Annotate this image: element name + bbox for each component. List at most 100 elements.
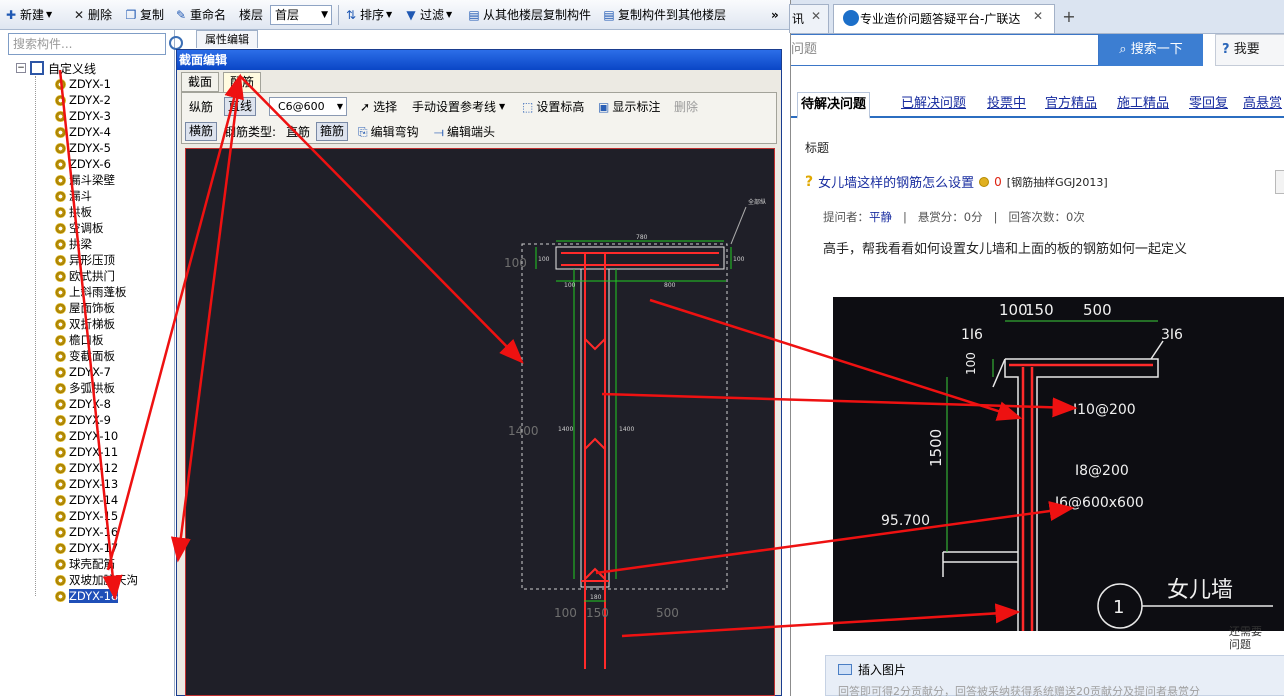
tree-item[interactable]: 变截面板 — [55, 348, 115, 364]
stirrup-button[interactable]: 箍筋 — [316, 122, 349, 141]
edit-hook-button[interactable]: ⎘ 编辑弯钩 — [358, 122, 419, 142]
tree-item-label: 屋面饰板 — [69, 301, 115, 315]
new-tab-button[interactable]: + — [1059, 8, 1079, 28]
tree-item[interactable]: 多弧拱板 — [55, 380, 115, 396]
side-button[interactable] — [1275, 170, 1284, 194]
dim-100-ghost: 100 — [504, 256, 527, 270]
tree-item[interactable]: ZDYX-14 — [55, 492, 118, 508]
tree-item[interactable]: ZDYX-11 — [55, 444, 118, 460]
chevron-down-icon: ▼ — [336, 102, 343, 111]
tree-item[interactable]: ZDYX-4 — [55, 124, 111, 140]
tree-item[interactable]: ZDYX-13 — [55, 476, 118, 492]
tree-item[interactable]: 球壳配筋 — [55, 556, 115, 572]
tree-item[interactable]: ZDYX-1 — [55, 76, 111, 92]
tree-item[interactable]: ZDYX-6 — [55, 156, 111, 172]
component-gear-icon — [55, 270, 66, 282]
longitudinal-bar-button[interactable]: 纵筋 — [189, 97, 213, 117]
tree-item-label: ZDYX-6 — [69, 157, 111, 171]
dim-150-bottom: 150 — [586, 606, 609, 620]
tab-solved[interactable]: 已解决问题 — [901, 92, 966, 116]
question-title-link[interactable]: 女儿墙这样的钢筋怎么设置 — [818, 172, 974, 191]
tree-item[interactable]: 漏斗 — [55, 188, 92, 204]
section-canvas[interactable]: 全部纵 780 100 100 100 800 1400 1400 180 10… — [185, 148, 775, 696]
tree-item-label: ZDYX-10 — [69, 429, 119, 443]
sort-button[interactable]: ⇅ 排序 ▼ — [344, 6, 392, 24]
tree-root[interactable]: − 自定义线 — [16, 60, 96, 76]
copy-button[interactable]: ❐ 复制 — [124, 6, 164, 24]
insert-image-button[interactable]: 插入图片 — [838, 661, 906, 678]
tree-item-label: ZDYX-14 — [69, 493, 119, 507]
transverse-bar-button[interactable]: 横筋 — [185, 122, 218, 141]
tree-item-label: ZDYX-18 — [69, 589, 119, 603]
tree-item[interactable]: ZDYX-5 — [55, 140, 111, 156]
tab-section[interactable]: 截面 — [181, 72, 220, 92]
tree-item[interactable]: ZDYX-16 — [55, 524, 118, 540]
tab-official-best[interactable]: 官方精品 — [1045, 92, 1097, 116]
line-mode-button[interactable]: 直线 — [224, 97, 257, 116]
tree-item[interactable]: 异形压顶 — [55, 252, 115, 268]
tree-item[interactable]: ZDYX-18 — [55, 588, 119, 604]
tab-zero-reply[interactable]: 零回复 — [1189, 92, 1228, 116]
tree-item[interactable]: ZDYX-3 — [55, 108, 111, 124]
browser-tab-1[interactable]: 讯 — [789, 4, 829, 33]
delete-button[interactable]: ✕ 删除 — [72, 6, 112, 24]
tree-item[interactable]: 上斜雨蓬板 — [55, 284, 127, 300]
tree-item[interactable]: 拱梁 — [55, 236, 92, 252]
close-icon[interactable]: ✕ — [1033, 9, 1043, 23]
cad-dim-100: 100 — [999, 301, 1028, 319]
hook-icon: ⎘ — [358, 125, 368, 139]
filter-button[interactable]: ▼ 过滤 ▼ — [404, 6, 452, 24]
tree-item[interactable]: ZDYX-2 — [55, 92, 111, 108]
browser-tab-2[interactable]: 专业造价问题答疑平台-广联达 — [833, 4, 1055, 33]
tree-item[interactable]: ZDYX-9 — [55, 412, 111, 428]
collapse-icon[interactable]: − — [16, 63, 26, 73]
copy-from-floor-button[interactable]: ▤ 从其他楼层复制构件 — [467, 6, 591, 24]
search-icon[interactable] — [169, 36, 183, 50]
tree-item-label: ZDYX-12 — [69, 461, 119, 475]
tree-item[interactable]: ZDYX-10 — [55, 428, 118, 444]
tab-voting[interactable]: 投票中 — [987, 92, 1026, 116]
close-icon[interactable]: ✕ — [811, 9, 821, 23]
question-search-input[interactable]: 问题 — [791, 34, 1099, 66]
tree-item[interactable]: ZDYX-17 — [55, 540, 118, 556]
show-annotation-button[interactable]: ▣ 显示标注 — [598, 97, 660, 117]
tree-item[interactable]: 空调板 — [55, 220, 104, 236]
reference-line-button[interactable]: 手动设置参考线 ▼ — [412, 97, 505, 117]
more-button[interactable]: » — [771, 6, 779, 24]
rename-button[interactable]: ✎ 重命名 — [174, 6, 226, 24]
tree-item[interactable]: 屋面饰板 — [55, 300, 115, 316]
tree-item[interactable]: ZDYX-15 — [55, 508, 118, 524]
annotation-icon: ▣ — [598, 100, 610, 114]
dim-100-bottom: 100 — [554, 606, 577, 620]
delete-bar-button[interactable]: 删除 — [674, 97, 698, 117]
select-button[interactable]: ➚ 选择 — [360, 97, 397, 117]
tab-construction-best[interactable]: 施工精品 — [1117, 92, 1169, 116]
floor-select[interactable]: 首层 ▼ — [270, 5, 332, 25]
tree-item[interactable]: 双坡加腋天沟 — [55, 572, 138, 588]
straight-bar-button[interactable]: 直筋 — [286, 122, 310, 142]
component-search-input[interactable]: 搜索构件... — [8, 33, 166, 55]
ask-question-button[interactable]: ? 我要 — [1215, 34, 1284, 66]
spacing-select[interactable]: C6@600 ▼ — [269, 97, 347, 116]
tab-reinforcement[interactable]: 配筋 — [223, 72, 262, 92]
asker-name[interactable]: 平静 — [869, 210, 892, 224]
tree-item-label: 空调板 — [69, 221, 104, 235]
tree-item[interactable]: 欧式拱门 — [55, 268, 115, 284]
tree-item[interactable]: ZDYX-7 — [55, 364, 111, 380]
dropdown-arrow-icon: ▼ — [386, 10, 393, 19]
search-button[interactable]: ⌕ 搜索一下 — [1099, 34, 1203, 66]
set-elevation-button[interactable]: ⬚ 设置标高 — [522, 97, 584, 117]
tree-item[interactable]: 漏斗梁壁 — [55, 172, 115, 188]
tree-item[interactable]: ZDYX-8 — [55, 396, 111, 412]
copy-to-floor-button[interactable]: ▤ 复制构件到其他楼层 — [602, 6, 726, 24]
tree-item[interactable]: 拱板 — [55, 204, 92, 220]
tree-item[interactable]: 双折梯板 — [55, 316, 115, 332]
tab-unsolved[interactable]: 待解决问题 — [797, 92, 871, 119]
tree-item[interactable]: 檐口板 — [55, 332, 104, 348]
tab-property-edit[interactable]: 属性编辑 — [196, 30, 258, 48]
edit-end-button[interactable]: ⟞ 编辑端头 — [434, 122, 495, 142]
tab-high-reward[interactable]: 高悬赏 — [1243, 92, 1282, 116]
new-button[interactable]: ✚ 新建 ▼ — [4, 6, 52, 24]
tree-item[interactable]: ZDYX-12 — [55, 460, 118, 476]
question-cad-image[interactable]: 100 150 500 1I6 3I6 100 I10@200 1500 I8@… — [833, 297, 1284, 631]
